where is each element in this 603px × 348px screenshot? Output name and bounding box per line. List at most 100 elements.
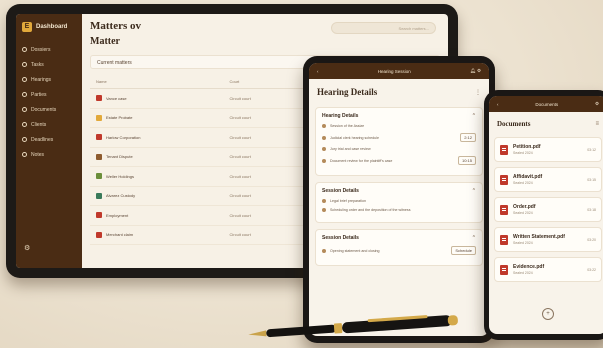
sidebar-item[interactable]: Documents	[22, 102, 76, 117]
nav-circle-icon	[22, 152, 27, 157]
cell-court: Circuit court	[223, 166, 303, 187]
sidebar-item[interactable]: Clients	[22, 117, 76, 132]
sidebar-item-label: Documents	[31, 106, 57, 113]
cell-name: Alvarez Custody	[90, 186, 224, 206]
cell-court: Circuit court	[223, 147, 303, 167]
settings-icon[interactable]: ⚙	[595, 101, 599, 107]
matter-name: Vance case	[106, 95, 127, 101]
matter-name: Alvarez Custody	[106, 193, 136, 199]
column-header[interactable]: Name	[90, 75, 224, 89]
chevron-up-icon[interactable]: ⌃	[472, 188, 476, 194]
nav-circle-icon	[22, 107, 27, 112]
matter-icon	[96, 231, 102, 238]
sidebar-nav: Dossiers Tasks Hearings Parties Documents Cli…	[22, 42, 76, 162]
cell-court: Circuit court	[223, 225, 303, 245]
nav-circle-icon	[22, 92, 27, 97]
cell-court: Circuit court	[223, 205, 303, 226]
card-header: Hearing Details ⌃	[322, 113, 476, 119]
cell-name: Weller Holdings	[90, 166, 224, 187]
line-text: Session of the Assize	[330, 124, 365, 128]
settings-gear-icon[interactable]: ⚙	[24, 244, 30, 252]
topbar-title: Hearing Session	[377, 68, 411, 74]
matter-icon	[96, 173, 102, 180]
bullet-icon	[322, 158, 326, 163]
search-input[interactable]: Search matters...	[331, 22, 436, 34]
cell-court: Circuit court	[223, 108, 303, 128]
card-line: Document review for the plaintiff's case…	[322, 156, 476, 165]
phone-screen: ‹ Hearing Session 🔔︎ ⚙ Hearing Details ⋮…	[309, 63, 489, 336]
add-document-icon[interactable]: +	[542, 308, 554, 320]
back-chevron-icon[interactable]: ‹	[317, 69, 319, 74]
card-line: Jury trial and case review	[322, 147, 476, 151]
card-line: Legal brief preparation	[322, 199, 476, 203]
bullet-icon	[322, 248, 326, 253]
sidebar-item[interactable]: Deadlines	[22, 132, 76, 147]
phone2-title-row: Documents ≡	[489, 112, 603, 132]
back-chevron-icon[interactable]: ‹	[497, 102, 499, 107]
sidebar-item[interactable]: Tasks	[22, 57, 76, 72]
sidebar-item[interactable]: Parties	[22, 87, 76, 102]
hearing-card[interactable]: Hearing Details ⌃ Session of the Assize Jud…	[315, 107, 483, 176]
document-meta: Sealed 2024	[513, 181, 533, 185]
sidebar-item-label: Notes	[31, 151, 45, 158]
card-heading: Hearing Details	[322, 113, 359, 119]
document-item[interactable]: Written Statement.pdf Sealed 2024 03:20	[494, 227, 602, 252]
document-time: 03:20	[587, 237, 596, 242]
matter-name: Employment	[106, 212, 129, 218]
document-item[interactable]: Evidence.pdf Sealed 2024 03:22	[494, 257, 602, 282]
bullet-icon	[322, 147, 326, 151]
pen-nib	[248, 330, 267, 337]
nav-circle-icon	[22, 77, 27, 82]
matter-name: Tenant Dispute	[106, 154, 133, 160]
sidebar-item-label: Clients	[31, 121, 47, 128]
sidebar: E Dashboard Dossiers Tasks Hearings Parties…	[16, 14, 82, 268]
notifications-icon[interactable]: 🔔︎ ⚙	[470, 68, 481, 74]
chevron-up-icon[interactable]: ⌃	[472, 235, 476, 241]
sidebar-item[interactable]: Notes	[22, 147, 76, 162]
card-heading: Session Details	[322, 188, 359, 194]
filter-icon[interactable]: ≡	[595, 121, 599, 127]
nav-circle-icon	[22, 47, 27, 52]
line-text: Jury trial and case review	[330, 147, 371, 151]
sidebar-item-label: Dossiers	[31, 46, 51, 53]
pdf-file-icon	[500, 204, 508, 215]
phone-title: Hearing Details	[317, 87, 378, 97]
phone-topbar: ‹ Hearing Session 🔔︎ ⚙	[309, 63, 489, 79]
line-text: Opening statement and closing	[330, 248, 380, 253]
pen-band	[333, 323, 343, 334]
brand[interactable]: E Dashboard	[22, 22, 76, 32]
sidebar-item[interactable]: Dossiers	[22, 42, 76, 57]
card-line: Opening statement and closing Schedule	[322, 246, 476, 255]
cell-name: Employment	[90, 205, 224, 226]
time-badge[interactable]: 10:15	[457, 156, 476, 165]
document-meta: Sealed 2024	[513, 241, 533, 245]
chevron-up-icon[interactable]: ⌃	[472, 113, 476, 119]
hearing-card[interactable]: Session Details ⌃ Opening statement and cl…	[315, 229, 483, 266]
document-name: Affidavit.pdf	[513, 174, 543, 180]
topbar-title: Documents	[535, 101, 559, 107]
matter-name: Harlow Corporation	[106, 134, 141, 140]
more-icon[interactable]: ⋮	[475, 89, 481, 96]
document-time: 03:15	[587, 177, 596, 182]
line-text: Judicial clerk hearing schedule	[330, 135, 379, 140]
cell-name: Estate Probate	[90, 108, 224, 128]
matter-icon	[96, 192, 102, 199]
document-item[interactable]: Order.pdf Sealed 2024 03:18	[494, 197, 602, 222]
cell-name: Tenant Dispute	[90, 147, 224, 167]
matter-icon	[96, 114, 102, 121]
line-text: Scheduling order and the deposition of t…	[330, 208, 411, 212]
matter-icon	[96, 212, 102, 219]
time-badge[interactable]: 2:12	[460, 133, 476, 142]
document-item[interactable]: Petition.pdf Sealed 2024 03:12	[494, 137, 602, 162]
document-item[interactable]: Affidavit.pdf Sealed 2024 03:15	[494, 167, 602, 192]
cell-name: Harlow Corporation	[90, 127, 224, 148]
time-badge[interactable]: Schedule	[451, 246, 476, 255]
sidebar-item[interactable]: Hearings	[22, 72, 76, 87]
pdf-file-icon	[500, 174, 508, 185]
cell-court: Circuit court	[223, 186, 303, 206]
hearing-card[interactable]: Session Details ⌃ Legal brief preparation S…	[315, 182, 483, 223]
column-header[interactable]: Court	[223, 75, 303, 89]
brand-name: Dashboard	[36, 24, 68, 30]
line-text: Legal brief preparation	[330, 199, 366, 203]
bullet-icon	[322, 124, 326, 128]
